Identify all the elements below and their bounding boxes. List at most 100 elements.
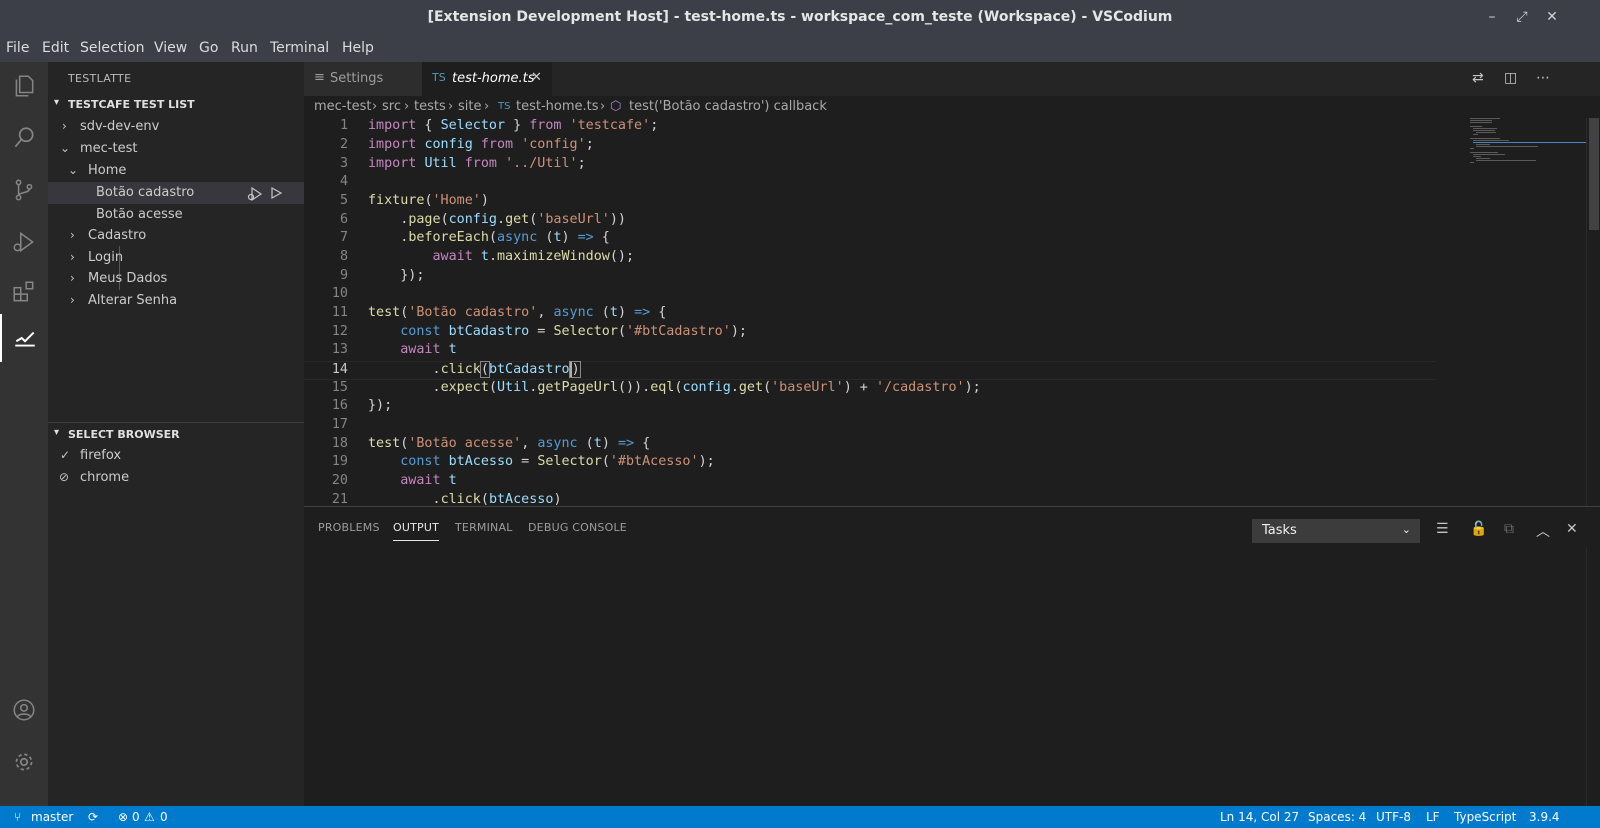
menu-terminal[interactable]: Terminal [270,40,329,56]
panel-scrollbar[interactable] [1586,547,1600,807]
menu-edit[interactable]: Edit [42,40,69,56]
chevron-right-icon: › [70,293,75,307]
breadcrumb-item[interactable]: site [458,99,481,114]
breadcrumb-separator: › [372,99,378,114]
chevron-right-icon: › [62,119,67,133]
tree-item-botao-acesse[interactable]: Botão acesse [48,204,304,226]
tree-item-cadastro[interactable]: › Cadastro [48,225,304,247]
panel-tab-terminal[interactable]: TERMINAL [455,521,513,534]
split-editor-icon[interactable]: ◫ [1504,70,1517,86]
more-actions-icon[interactable]: ⋯ [1536,70,1550,86]
breadcrumb-separator: › [484,99,490,114]
sidebar-title: TESTLATTE [68,72,132,85]
editor-scrollbar[interactable] [1586,118,1600,506]
tree-item-botao-cadastro[interactable]: Botão cadastro [48,182,304,204]
breadcrumb-item[interactable]: test-home.ts [516,99,599,114]
close-tab-icon[interactable]: ✕ [531,70,542,85]
extensions-icon[interactable] [0,268,48,316]
output-channel-select[interactable]: Tasks ⌄ [1252,519,1420,543]
tree-item-sdv-dev-env[interactable]: › sdv-dev-env [48,116,304,138]
minimap[interactable] [1470,118,1590,178]
breadcrumb-separator: › [448,99,454,114]
breadcrumb-item[interactable]: mec-test [314,99,371,114]
account-icon[interactable] [0,686,48,734]
language-mode[interactable]: TypeScript [1454,810,1516,824]
chevron-down-icon: ⌄ [1401,523,1411,536]
source-control-icon[interactable] [0,166,48,214]
tab-test-home-ts[interactable]: TS test-home.ts ✕ [422,62,552,96]
menu-run[interactable]: Run [231,40,258,56]
disabled-icon: ⊘ [59,470,70,484]
menu-file[interactable]: File [6,40,29,56]
run-test-icon[interactable] [270,186,282,200]
warning-icon: ⚠ [144,810,155,824]
browser-item-chrome[interactable]: ⊘ chrome [48,467,304,489]
chevron-right-icon: › [70,228,75,242]
open-log-icon[interactable]: ⧉ [1504,521,1514,537]
menu-help[interactable]: Help [342,40,374,56]
restore-icon[interactable]: ⤢ [1512,9,1532,25]
typescript-file-icon: TS [432,71,446,84]
search-icon[interactable] [0,114,48,162]
breadcrumb-item[interactable]: test('Botão cadastro') callback [629,99,827,114]
settings-gear-icon[interactable] [0,738,48,786]
menu-selection[interactable]: Selection [80,40,145,56]
title-bar: [Extension Development Host] - test-home… [0,0,1600,36]
chevron-right-icon: › [70,271,75,285]
tab-settings[interactable]: ≡ Settings [304,62,422,96]
panel-tab-debug-console[interactable]: DEBUG CONSOLE [528,521,627,534]
select-browser-section-header[interactable]: ▾ SELECT BROWSER [48,424,304,446]
code-line: 18 test('Botão acesse', async (t) => { [331,436,651,451]
code-line: 21 .click(btAcesso) [331,492,562,506]
indentation[interactable]: Spaces: 4 [1308,810,1366,824]
panel-tab-output[interactable]: OUTPUT [393,521,440,541]
code-editor[interactable]: 1 import { Selector } from 'testcafe'; 2i… [304,118,1600,506]
git-branch-icon: ⑂ [14,810,22,824]
menu-view[interactable]: View [154,40,187,56]
bottom-panel: PROBLEMS OUTPUT TERMINAL DEBUG CONSOLE T… [304,506,1600,807]
browser-item-firefox[interactable]: ✓ firefox [48,445,304,467]
section-divider [48,422,304,423]
breadcrumb-item[interactable]: src [382,99,401,114]
error-count[interactable]: 0 [132,810,140,824]
end-of-line[interactable]: LF [1426,810,1440,824]
code-line: 5 fixture('Home') [339,193,489,208]
breadcrumb-item[interactable]: tests [414,99,446,114]
scrollbar-thumb[interactable] [1589,118,1599,230]
files-icon[interactable] [0,62,48,110]
close-icon[interactable]: ✕ [1542,9,1562,25]
test-list-section-header[interactable]: ▾ TESTCAFE TEST LIST [48,94,304,116]
typescript-version[interactable]: 3.9.4 [1529,810,1560,824]
tree-item-meus-dados[interactable]: › Meus Dados [48,268,304,290]
breadcrumb: mec-test › src › tests › site › TS test-… [304,96,1600,118]
code-line: 20 await t [331,473,457,488]
tree-item-login[interactable]: › Login [48,247,304,269]
panel-tab-problems[interactable]: PROBLEMS [318,521,380,534]
maximize-panel-icon[interactable]: ︿ [1536,521,1550,541]
run-debug-icon[interactable] [0,218,48,266]
clear-output-icon[interactable]: ☰ [1436,521,1449,537]
check-icon: ✓ [60,448,71,462]
encoding[interactable]: UTF-8 [1376,810,1411,824]
minimize-icon[interactable]: – [1482,9,1502,25]
tree-item-home[interactable]: ⌄ Home [48,160,304,182]
tree-item-alterar-senha[interactable]: › Alterar Senha [48,290,304,312]
warning-count[interactable]: 0 [160,810,168,824]
git-branch[interactable]: master [31,810,73,824]
testlatte-icon[interactable] [0,314,48,362]
symbol-method-icon: ⬡ [610,99,622,114]
code-line: 15 .expect(Util.getPageUrl()).eql(config… [331,380,981,395]
status-bar: ⑂ master ⟳ ⊗ 0 ⚠ 0 Ln 14, Col 27 Spaces:… [0,806,1600,828]
lock-scroll-icon[interactable]: 🔓 [1470,521,1487,537]
open-changes-icon[interactable]: ⇄ [1472,70,1484,86]
debug-test-icon[interactable] [247,186,263,201]
tree-item-mec-test[interactable]: ⌄ mec-test [48,138,304,160]
menu-go[interactable]: Go [199,40,218,56]
code-line: 7 .beforeEach(async (t) => { [339,230,610,245]
close-panel-icon[interactable]: ✕ [1566,521,1578,537]
editor-tabs: ≡ Settings TS test-home.ts ✕ ⇄ ◫ ⋯ [304,62,1600,96]
typescript-file-icon: TS [498,101,511,112]
cursor-position[interactable]: Ln 14, Col 27 [1220,810,1299,824]
code-line: 19 const btAcesso = Selector('#btAcesso'… [331,454,715,469]
sync-icon[interactable]: ⟳ [88,810,98,824]
